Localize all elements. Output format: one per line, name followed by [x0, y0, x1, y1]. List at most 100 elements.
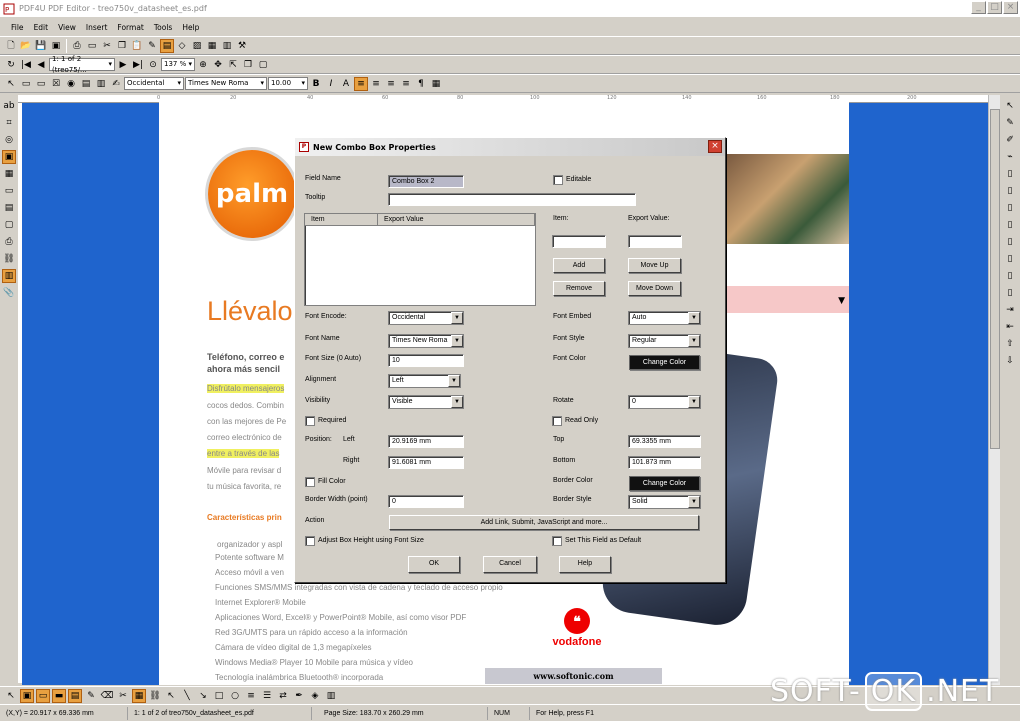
b-hline-icon[interactable]: ≡	[244, 689, 258, 703]
bottom-input[interactable]: 101.873 mm	[628, 456, 701, 469]
properties-icon[interactable]: ▥	[220, 39, 234, 53]
b-image-icon[interactable]: ▦	[132, 688, 146, 703]
b-layers-icon[interactable]: ▥	[324, 689, 338, 703]
font-encode-select[interactable]: Occidental ▼	[388, 311, 464, 325]
field-radio-icon[interactable]: ◉	[64, 77, 78, 91]
b-dash-icon[interactable]: ☰	[260, 689, 274, 703]
form-field-icon[interactable]: ▣	[2, 150, 16, 164]
b-arrange-icon[interactable]: ⇄	[276, 689, 290, 703]
help-button[interactable]: Help	[559, 556, 611, 573]
r-doc5-icon[interactable]: ▯	[1003, 235, 1017, 249]
r-upload-icon[interactable]: ⇧	[1003, 337, 1017, 351]
rotate-select[interactable]: 0 ▼	[628, 395, 701, 409]
menu-tools[interactable]: Tools	[149, 23, 177, 32]
paste-icon[interactable]: 📋	[130, 39, 144, 53]
font-embed-select[interactable]: Auto ▼	[628, 311, 701, 325]
font-select[interactable]: Times New Roma ▾	[185, 77, 267, 90]
target-icon[interactable]: ◎	[2, 133, 16, 147]
crop-icon[interactable]: ⌗	[2, 116, 16, 130]
grid-icon[interactable]: ▦	[2, 167, 16, 181]
justify-icon[interactable]: ≡	[399, 77, 413, 91]
r-download-icon[interactable]: ⇩	[1003, 354, 1017, 368]
items-list[interactable]: Item Export Value	[304, 213, 536, 306]
zoom-select[interactable]: 137 % ▾	[161, 58, 195, 71]
zoom-in-icon[interactable]: ⊕	[196, 58, 210, 72]
frame-icon[interactable]: ▢	[2, 218, 16, 232]
move-down-button[interactable]: Move Down	[628, 281, 681, 296]
b-pencil-icon[interactable]: ✎	[84, 689, 98, 703]
pdf-icon[interactable]: ▣	[49, 39, 63, 53]
required-checkbox[interactable]	[305, 416, 315, 426]
last-page-icon[interactable]: ▶|	[131, 58, 145, 72]
r-doc6-icon[interactable]: ▯	[1003, 252, 1017, 266]
list-icon[interactable]: ▤	[2, 201, 16, 215]
refresh-icon[interactable]: ↻	[4, 58, 18, 72]
menu-format[interactable]: Format	[112, 23, 148, 32]
export-value-input[interactable]	[628, 235, 682, 248]
ok-button[interactable]: OK	[408, 556, 460, 573]
dialog-close-button[interactable]: ×	[708, 140, 722, 153]
b-link-icon[interactable]: ⛓	[148, 689, 162, 703]
field-combo-icon[interactable]: ▥	[94, 77, 108, 91]
field-name-input[interactable]: Combo Box 2	[388, 175, 464, 188]
tools-icon[interactable]: ⚒	[235, 39, 249, 53]
shape-icon[interactable]: ◇	[175, 39, 189, 53]
b-pen-color-icon[interactable]: ✒	[292, 689, 306, 703]
layer-icon[interactable]: ▥	[2, 269, 16, 283]
move-up-button[interactable]: Move Up	[628, 258, 681, 273]
b-ellipse-icon[interactable]: ○	[228, 689, 242, 703]
highlight-icon[interactable]: ▦	[429, 77, 443, 91]
field-checkbox-icon[interactable]: ☒	[49, 77, 63, 91]
left-input[interactable]: 20.9169 mm	[388, 435, 464, 448]
menu-file[interactable]: File	[6, 23, 29, 32]
pointer-icon[interactable]: ↖	[4, 77, 18, 91]
paragraph-icon[interactable]: ¶	[414, 77, 428, 91]
maximize-button[interactable]: □	[987, 1, 1002, 14]
visibility-select[interactable]: Visible ▼	[388, 395, 464, 409]
edit-mode-icon[interactable]: ▤	[160, 38, 174, 53]
page-icon[interactable]: ❐	[241, 58, 255, 72]
r-pointer-icon[interactable]: ↖	[1003, 99, 1017, 113]
tooltip-input[interactable]	[388, 193, 636, 206]
b-line-icon[interactable]: ╲	[180, 689, 194, 703]
b-text-icon[interactable]: ▣	[20, 688, 34, 703]
format-painter-icon[interactable]: ✎	[145, 39, 159, 53]
menu-insert[interactable]: Insert	[81, 23, 113, 32]
remove-button[interactable]: Remove	[553, 281, 605, 296]
right-input[interactable]: 91.6081 mm	[388, 456, 464, 469]
field-signature-icon[interactable]: ✍	[109, 77, 123, 91]
close-window-button[interactable]: ×	[1003, 1, 1018, 14]
editable-checkbox[interactable]	[553, 175, 563, 185]
save-icon[interactable]: 💾	[34, 39, 48, 53]
border-change-color-button[interactable]: Change Color	[629, 476, 700, 491]
alignment-select[interactable]: Left ▼	[388, 374, 461, 388]
fill-color-checkbox[interactable]	[305, 477, 315, 487]
stamp-icon[interactable]: ⎙	[2, 235, 16, 249]
rect-icon[interactable]: ▭	[2, 184, 16, 198]
text-tool-icon[interactable]: ab	[2, 99, 16, 113]
scan-icon[interactable]: ▭	[85, 39, 99, 53]
fit-page-icon[interactable]: ▢	[256, 58, 270, 72]
r-export-icon[interactable]: ⇤	[1003, 320, 1017, 334]
font-change-color-button[interactable]: Change Color	[629, 355, 700, 370]
r-note-icon[interactable]: ✎	[1003, 116, 1017, 130]
minimize-button[interactable]: _	[971, 1, 986, 14]
list-header-export[interactable]: Export Value	[378, 214, 535, 225]
adjust-height-checkbox[interactable]	[305, 536, 315, 546]
encoding-select[interactable]: Occidental ▾	[124, 77, 184, 90]
first-page-icon[interactable]: |◀	[19, 58, 33, 72]
field-button-icon[interactable]: ▭	[34, 77, 48, 91]
r-doc2-icon[interactable]: ▯	[1003, 184, 1017, 198]
field-text-icon[interactable]: ▭	[19, 77, 33, 91]
r-doc8-icon[interactable]: ▯	[1003, 286, 1017, 300]
font-size-input[interactable]: 10	[388, 354, 464, 367]
menu-edit[interactable]: Edit	[29, 23, 54, 32]
italic-icon[interactable]: I	[324, 77, 338, 91]
add-action-button[interactable]: Add Link, Submit, JavaScript and more...	[389, 515, 699, 530]
set-default-checkbox[interactable]	[552, 536, 562, 546]
align-center-icon[interactable]: ≡	[369, 77, 383, 91]
item-input[interactable]	[552, 235, 606, 248]
print-icon[interactable]: ⎙	[70, 39, 84, 53]
b-select-icon[interactable]: ↖	[164, 689, 178, 703]
top-input[interactable]: 69.3355 mm	[628, 435, 701, 448]
